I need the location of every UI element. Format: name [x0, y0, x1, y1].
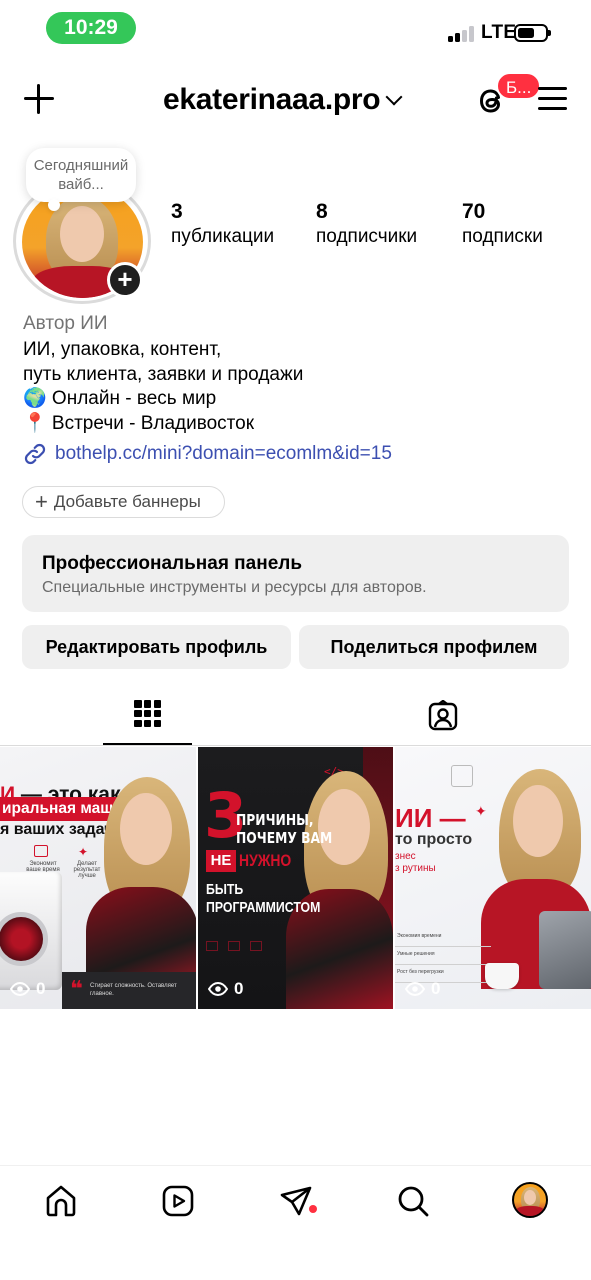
- post-views: 0: [208, 979, 243, 999]
- post-portrait: [286, 771, 393, 1009]
- nav-avatar-portrait: [514, 1184, 546, 1216]
- bio-line: 📍 Встречи - Владивосток: [23, 413, 255, 434]
- stat-followers-label: подписчики: [316, 226, 418, 247]
- network-label: LTE: [481, 22, 517, 43]
- profile-header: ekaterinaaa.pro Б...: [0, 72, 591, 128]
- pro-panel-title: Профессиональная панель: [42, 553, 303, 574]
- tab-tagged[interactable]: [399, 690, 488, 746]
- professional-dashboard[interactable]: Профессиональная панель Специальные инст…: [22, 535, 569, 612]
- stat-posts-value: 3: [171, 200, 183, 223]
- search-icon[interactable]: [396, 1184, 430, 1218]
- post-thumbnail[interactable]: И — это как иральная машина я ваших зада…: [0, 747, 196, 1009]
- coffee-cup-image: [485, 963, 519, 989]
- profile-avatar-tab[interactable]: [512, 1182, 548, 1218]
- stat-followers-value: 8: [316, 200, 328, 223]
- post-title: ИИ —: [395, 803, 466, 833]
- post-views: 0: [10, 979, 45, 999]
- create-plus-icon[interactable]: [24, 84, 54, 114]
- link-icon: [24, 443, 46, 465]
- share-profile-button[interactable]: Поделиться профилем: [299, 625, 569, 669]
- post-text-line: БЫТЬ: [206, 881, 244, 898]
- battery-icon: [514, 24, 551, 42]
- pro-panel-subtitle: Специальные инструменты и ресурсы для ав…: [42, 579, 427, 596]
- username: ekaterinaaa.pro: [163, 83, 381, 116]
- edit-profile-button[interactable]: Редактировать профиль: [22, 625, 291, 669]
- add-story-button[interactable]: +: [107, 262, 143, 298]
- grid-icon: [134, 700, 161, 727]
- stat-following-label: подписки: [462, 226, 543, 247]
- laptop-image: [539, 911, 591, 989]
- link-text: bothelp.cc/mini?domain=ecomlm&id=15: [55, 443, 392, 464]
- tagged-person-icon: [428, 700, 458, 731]
- chart-icon: [451, 765, 473, 787]
- post-decor-icons: [206, 941, 276, 955]
- post-tagline: знес з рутины: [395, 851, 436, 874]
- stat-followers[interactable]: 8 подписчики: [316, 200, 417, 248]
- tabs-divider: [0, 745, 591, 746]
- eye-icon: [208, 982, 228, 996]
- tab-grid[interactable]: [103, 690, 192, 746]
- chevron-down-icon: [385, 88, 403, 106]
- stat-following-value: 70: [462, 200, 486, 223]
- status-time: 10:29: [46, 12, 136, 44]
- washing-machine-image: [0, 872, 62, 990]
- direct-icon[interactable]: [279, 1184, 313, 1218]
- stat-posts-label: публикации: [171, 226, 275, 247]
- notification-dot: [309, 1205, 317, 1213]
- reels-icon[interactable]: [161, 1184, 195, 1218]
- post-text-line: ПРИЧИНЫ,: [236, 811, 314, 829]
- bio-line: ИИ, упаковка, контент,: [23, 339, 222, 360]
- post-highlight: НЕ: [206, 850, 236, 872]
- post-benefits-list: Экономия времени Умные решения Рост без …: [395, 929, 491, 983]
- bio-line: путь клиента, заявки и продажи: [23, 364, 304, 385]
- account-switcher[interactable]: ekaterinaaa.pro: [163, 80, 403, 120]
- status-bar: 10:29 LTE: [0, 0, 591, 62]
- add-banners-button[interactable]: + Добавьте баннеры: [22, 486, 225, 518]
- post-quote: ❝ Стирает сложность. Оставляет главное.: [62, 972, 196, 1009]
- post-text-line: ПРОГРАММИСТОМ: [206, 899, 321, 916]
- menu-icon[interactable]: [538, 87, 567, 111]
- bottom-navigation: [0, 1165, 591, 1280]
- home-icon[interactable]: [44, 1184, 78, 1218]
- stat-posts[interactable]: 3 публикации: [171, 200, 274, 248]
- eye-icon: [405, 982, 425, 996]
- post-portrait: [84, 777, 196, 997]
- plus-icon: +: [35, 489, 48, 514]
- post-highlight-word: НУЖНО: [239, 851, 292, 870]
- profile-link[interactable]: bothelp.cc/mini?domain=ecomlm&id=15: [23, 442, 392, 466]
- stat-following[interactable]: 70 подписки: [462, 200, 543, 248]
- note-bubble[interactable]: Сегодняшний вайб...: [26, 148, 136, 211]
- post-thumbnail[interactable]: </> 3 ПРИЧИНЫ, ПОЧЕМУ ВАМ НЕ НУЖНО БЫТЬ …: [198, 747, 393, 1009]
- profile-category: Автор ИИ: [23, 313, 108, 334]
- post-subtitle: то просто: [395, 831, 473, 848]
- post-text-line: ПОЧЕМУ ВАМ: [236, 829, 333, 847]
- add-banners-label: Добавьте баннеры: [53, 492, 201, 511]
- post-views: 0: [405, 979, 440, 999]
- eye-icon: [10, 982, 30, 996]
- threads-notification-badge[interactable]: Б...: [496, 72, 542, 100]
- signal-strength-icon: [448, 26, 476, 42]
- post-thumbnail[interactable]: ✦ ИИ — то просто знес з рутины Экономия в…: [395, 747, 591, 1009]
- bio-line: 🌍 Онлайн - весь мир: [23, 388, 217, 409]
